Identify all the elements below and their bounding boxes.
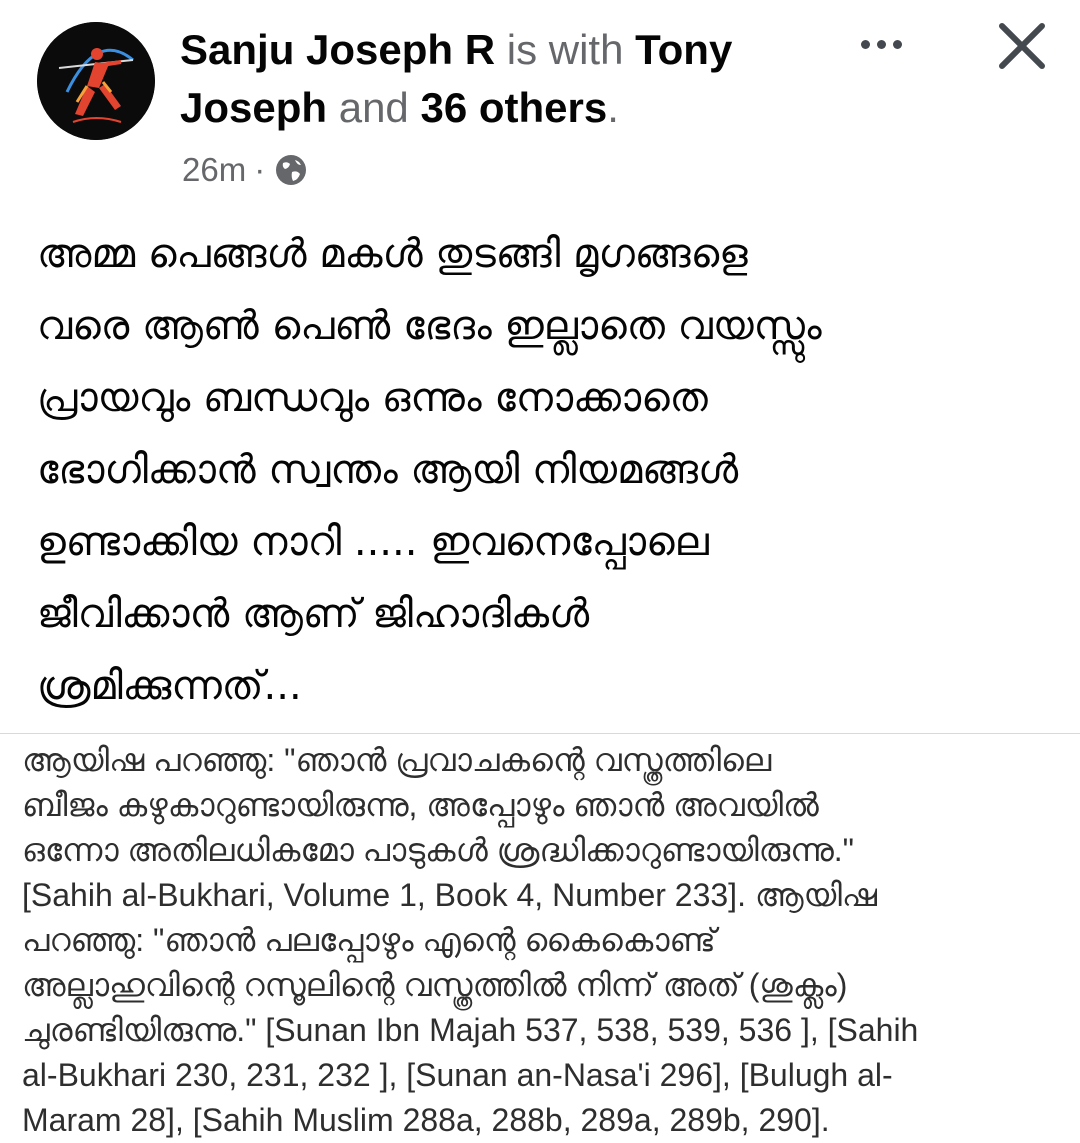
globe-icon[interactable] — [273, 152, 309, 188]
with-text: is with — [506, 26, 624, 73]
post-body-line: അമ്മ പെങ്ങൾ മകൾ തുടങ്ങി മൃഗങ്ങളെ — [37, 231, 748, 277]
post-body-line: ജീവിക്കാൻ ആണ് ജിഹാദികൾ — [37, 591, 590, 637]
quote-line: Maram 28], [Sahih Muslim 288a, 288b, 289… — [22, 1102, 830, 1138]
and-text: and — [338, 84, 409, 131]
post-body-line: പ്രായവും ബന്ധവും ഒന്നും നോക്കാതെ — [37, 375, 708, 421]
more-horizontal-icon-dot — [860, 39, 870, 49]
quote-line: [Sahih al-Bukhari, Volume 1, Book 4, Num… — [22, 877, 878, 913]
quote-line: ഒന്നോ അതിലധികമോ പാടുകൾ ശ്രദ്ധിക്കാറുണ്ടാ… — [22, 832, 855, 868]
author-avatar[interactable] — [37, 22, 155, 140]
quote-line: ചുരണ്ടിയിരുന്നു." [Sunan Ibn Majah 537, … — [22, 1012, 919, 1048]
post-title-line-1: Sanju Joseph R is with Tony — [180, 22, 840, 78]
post-body-line: ശ്രമിക്കുന്നത്... — [37, 663, 302, 709]
tagged-person-link[interactable]: Tony — [635, 26, 732, 73]
archer-figure-icon — [37, 22, 155, 140]
post-header: Sanju Joseph R is with Tony Joseph and 3… — [0, 0, 1080, 200]
more-horizontal-icon-dot — [892, 39, 902, 49]
post-meta: 26m · — [182, 148, 309, 192]
post-body-line: ഉണ്ടാക്കിയ നാറി ..... ഇവനെപ്പോലെ — [37, 519, 709, 565]
post-timestamp[interactable]: 26m — [182, 151, 246, 189]
quote-line: ബീജം കഴുകാറുണ്ടായിരുന്നു, അപ്പോഴും ഞാൻ അ… — [22, 787, 819, 823]
post-body-line: ഭോഗിക്കാൻ സ്വന്തം ആയി നിയമങ്ങൾ — [37, 447, 739, 493]
quote-line: ആയിഷ പറഞ്ഞു: "ഞാൻ പ്രവാചകന്റെ വസ്ത്രത്തി… — [22, 742, 772, 778]
quote-line: അല്ലാഹുവിന്റെ റസൂലിന്റെ വസ്ത്രത്തിൽ നിന്… — [22, 967, 848, 1003]
tagged-person-link-cont[interactable]: Joseph — [180, 84, 327, 131]
quote-line: al-Bukhari 230, 231, 232 ], [Sunan an-Na… — [22, 1057, 893, 1093]
attached-image-text[interactable]: ആയിഷ പറഞ്ഞു: "ഞാൻ പ്രവാചകന്റെ വസ്ത്രത്തി… — [22, 738, 1062, 1143]
others-link[interactable]: 36 others — [420, 84, 607, 131]
close-button[interactable] — [990, 14, 1054, 78]
close-icon — [999, 23, 1045, 69]
post-body-line: വരെ ആൺ പെൺ ഭേദം ഇല്ലാതെ വയസ്സും — [37, 303, 822, 349]
post-body-text: അമ്മ പെങ്ങൾ മകൾ തുടങ്ങി മൃഗങ്ങളെ വരെ ആൺ … — [37, 218, 1047, 722]
more-horizontal-icon-dot — [876, 39, 886, 49]
post-title-line-2: Joseph and 36 others. — [180, 80, 840, 136]
more-options-button[interactable] — [846, 22, 916, 66]
author-name-link[interactable]: Sanju Joseph R — [180, 26, 495, 73]
image-divider — [0, 733, 1080, 734]
quote-line: പറഞ്ഞു: "ഞാൻ പലപ്പോഴും എന്റെ കൈകൊണ്ട് — [22, 922, 716, 958]
meta-separator: · — [254, 151, 266, 188]
title-period: . — [607, 84, 619, 131]
